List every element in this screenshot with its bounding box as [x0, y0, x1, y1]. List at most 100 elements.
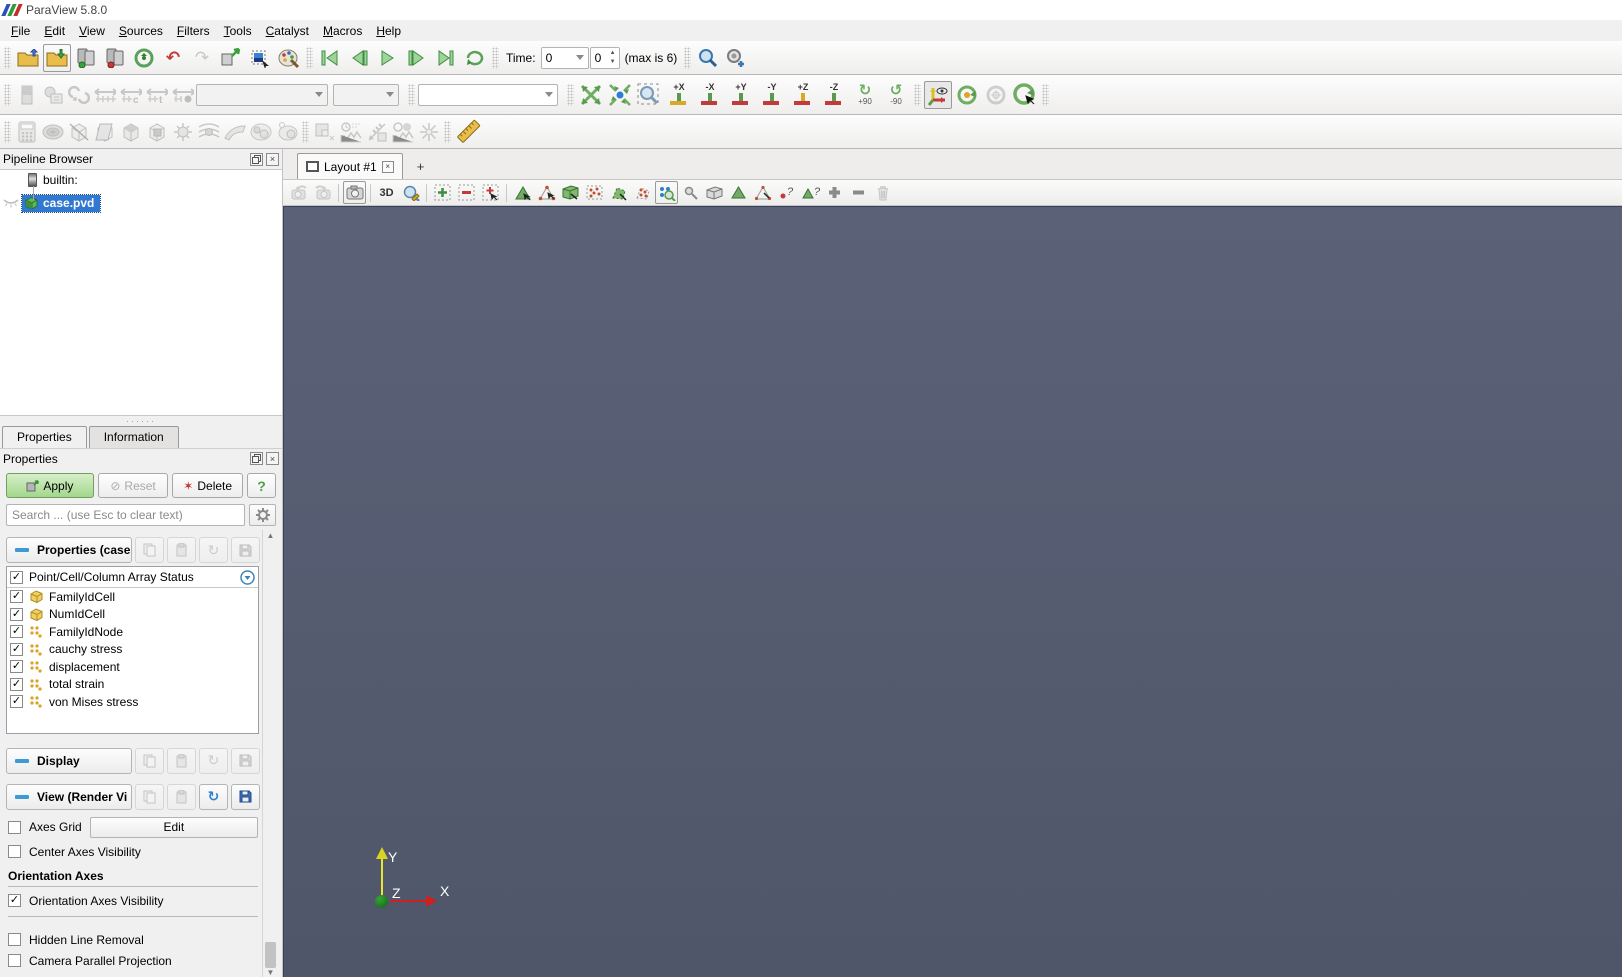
close-panel-icon[interactable]: × [266, 152, 279, 166]
hover-point-query-icon[interactable]: ? [775, 181, 798, 204]
spinner-arrows-icon[interactable]: ▲ ▼ [608, 49, 618, 67]
extract-subset-filter-icon[interactable] [144, 119, 169, 144]
copy-display-button[interactable] [135, 747, 164, 774]
select-colors-icon[interactable] [246, 44, 274, 72]
scroll-down-icon[interactable]: ▼ [267, 968, 275, 977]
set-view-plus-x-icon[interactable]: +X [664, 80, 694, 110]
last-frame-icon[interactable] [432, 44, 460, 72]
set-view-plus-y-icon[interactable]: +Y [726, 80, 756, 110]
array-checkbox[interactable]: ✓ [10, 625, 23, 639]
calculator-filter-icon[interactable] [14, 119, 39, 144]
menu-edit[interactable]: Edit [37, 22, 72, 40]
search-input[interactable]: Search ... (use Esc to clear text) [6, 504, 245, 526]
array-row-total-strain[interactable]: ✓ total strain [7, 676, 258, 694]
float-panel-icon[interactable] [250, 452, 263, 465]
paste-display-button[interactable] [167, 747, 196, 774]
subtract-selection-icon[interactable] [455, 181, 478, 204]
toolbar-grip[interactable] [4, 120, 11, 143]
auto-apply-icon[interactable] [217, 44, 245, 72]
array-row-familyidcell[interactable]: ✓ FamilyIdCell [7, 588, 258, 606]
tab-information[interactable]: Information [88, 426, 179, 448]
select-block-icon[interactable] [727, 181, 750, 204]
slice-filter-icon[interactable] [92, 119, 117, 144]
warp-by-vector-filter-icon[interactable] [222, 119, 247, 144]
ruler-measure-icon[interactable] [454, 118, 482, 146]
section-view-header[interactable]: View (Render Vi [6, 783, 132, 810]
grow-selection-icon[interactable] [823, 181, 846, 204]
menu-help[interactable]: Help [369, 22, 408, 40]
save-view-defaults-button[interactable] [231, 783, 260, 810]
layout-tab[interactable]: Layout #1 × [297, 153, 403, 179]
add-layout-tab[interactable]: + [405, 153, 437, 179]
save-screenshot-icon[interactable] [343, 181, 366, 204]
time-value-combo[interactable]: 0 [540, 46, 589, 69]
menu-macros[interactable]: Macros [316, 22, 369, 40]
array-checkbox[interactable]: ✓ [10, 607, 23, 621]
camera-undo-icon[interactable] [287, 181, 310, 204]
undo-icon[interactable]: ↶ [159, 44, 187, 72]
array-checkbox[interactable]: ✓ [10, 590, 23, 604]
color-by-component-combo[interactable] [333, 83, 399, 106]
select-cells-through-icon[interactable] [559, 181, 582, 204]
array-checkbox[interactable]: ✓ [10, 677, 23, 691]
plot-selection-over-time-filter-icon[interactable] [390, 119, 415, 144]
render-viewport[interactable]: Y Z X [283, 206, 1622, 977]
paste-properties-button[interactable] [167, 537, 196, 563]
array-checkbox[interactable]: ✓ [10, 642, 23, 656]
toolbar-grip[interactable] [492, 46, 499, 69]
scroll-up-icon[interactable]: ▲ [267, 531, 275, 540]
rescale-to-visible-range-icon[interactable] [170, 82, 195, 107]
array-row-displacement[interactable]: ✓ displacement [7, 658, 258, 676]
float-panel-icon[interactable] [250, 152, 263, 166]
rescale-to-data-range-icon[interactable] [92, 82, 117, 107]
clip-filter-icon[interactable] [66, 119, 91, 144]
hover-points-tooltip-icon[interactable] [679, 181, 702, 204]
add-camera-link-icon[interactable] [723, 44, 751, 72]
set-view-minus-x-icon[interactable]: -X [695, 80, 725, 110]
close-panel-icon[interactable]: × [266, 452, 279, 465]
toolbar-grip[interactable] [408, 83, 415, 106]
combo-dropdown-icon[interactable] [240, 569, 255, 585]
use-separate-color-map-icon[interactable] [66, 82, 91, 107]
menu-view[interactable]: View [72, 22, 112, 40]
show-center-of-rotation-icon[interactable] [953, 81, 981, 109]
reset-display-button[interactable]: ↻ [199, 747, 228, 774]
orientation-axes-visibility-checkbox[interactable]: ✓ [8, 894, 21, 907]
scrollbar-thumb[interactable] [265, 942, 276, 968]
select-cells-on-surface-icon[interactable] [511, 181, 534, 204]
panel-splitter[interactable]: ······ [0, 416, 282, 426]
set-view-plus-z-icon[interactable]: +Z [788, 80, 818, 110]
rescale-to-temporal-range-icon[interactable]: t [144, 82, 169, 107]
select-cells-polygon-icon[interactable] [607, 181, 630, 204]
contour-filter-icon[interactable] [40, 119, 65, 144]
shrink-selection-icon[interactable] [847, 181, 870, 204]
section-properties-header[interactable]: Properties (case [6, 537, 132, 563]
open-recent-file-icon[interactable] [43, 43, 71, 72]
play-icon[interactable] [374, 44, 402, 72]
reset-view-button[interactable]: ↻ [199, 783, 228, 810]
axes-grid-checkbox[interactable] [8, 820, 21, 834]
orientation-axes-widget[interactable]: Y Z X [370, 845, 450, 908]
menu-sources[interactable]: Sources [112, 22, 170, 40]
camera-redo-icon[interactable] [311, 181, 334, 204]
threshold-filter-icon[interactable] [118, 119, 143, 144]
next-frame-icon[interactable] [403, 44, 431, 72]
clear-selection-icon[interactable] [871, 181, 894, 204]
properties-scrollbar[interactable]: ▲ ▼ [262, 530, 278, 977]
toolbar-grip[interactable] [444, 120, 451, 143]
connect-server-icon[interactable] [72, 44, 100, 72]
time-index-spinner[interactable]: 0 ▲ ▼ [589, 46, 620, 69]
toolbar-grip[interactable] [302, 120, 309, 143]
toggle-interaction-mode-3d[interactable]: 3D [375, 181, 398, 204]
reset-button[interactable]: ⊘ Reset [97, 473, 169, 498]
toolbar-grip[interactable] [914, 83, 921, 106]
extract-time-steps-filter-icon[interactable] [364, 119, 389, 144]
paste-view-button[interactable] [167, 783, 196, 810]
programmable-filter-icon[interactable] [416, 119, 441, 144]
rotate-90-ccw-icon[interactable]: ↺ -90 [881, 83, 911, 106]
array-checkbox[interactable]: ✓ [10, 660, 23, 674]
set-view-minus-z-icon[interactable]: -Z [819, 80, 849, 110]
array-status-header-row[interactable]: ✓ Point/Cell/Column Array Status [7, 567, 258, 588]
toggle-selection-icon[interactable] [479, 181, 502, 204]
disconnect-server-icon[interactable] [101, 44, 129, 72]
